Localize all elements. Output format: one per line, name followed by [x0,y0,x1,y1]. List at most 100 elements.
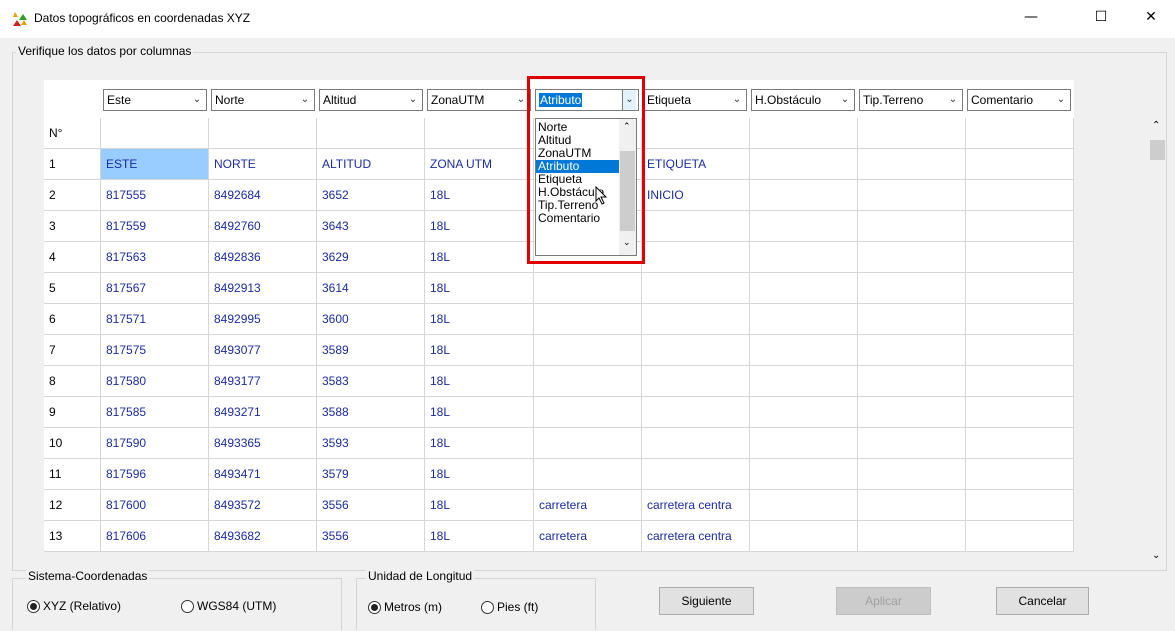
row-number-cell[interactable]: 11 [44,459,101,490]
grid-cell[interactable] [534,428,642,459]
grid-cell[interactable] [750,211,858,242]
grid-header-cell[interactable]: N° [44,118,101,149]
grid-cell[interactable]: carretera [534,490,642,521]
maximize-button[interactable]: ☐ [1078,0,1124,34]
minimize-button[interactable]: — [1008,0,1054,34]
grid-cell[interactable] [858,397,966,428]
grid-cell[interactable] [642,304,750,335]
grid-cell[interactable] [750,490,858,521]
grid-cell[interactable] [534,273,642,304]
grid-header-cell[interactable] [317,118,425,149]
grid-cell[interactable] [750,149,858,180]
chevron-down-icon[interactable]: ⌄ [1054,90,1068,110]
grid-cell[interactable] [750,335,858,366]
row-number-cell[interactable]: 8 [44,366,101,397]
grid-cell[interactable] [966,242,1074,273]
grid-cell[interactable] [642,366,750,397]
grid-cell[interactable]: 8492913 [209,273,317,304]
grid-cell[interactable] [966,304,1074,335]
grid-cell[interactable] [858,180,966,211]
grid-cell[interactable]: 3629 [317,242,425,273]
grid-cell[interactable]: 3556 [317,490,425,521]
grid-cell[interactable]: 817571 [101,304,209,335]
scrollbar-thumb[interactable] [1150,140,1165,160]
grid-cell[interactable] [858,273,966,304]
grid-cell[interactable]: 18L [425,428,534,459]
row-number-cell[interactable]: 5 [44,273,101,304]
chevron-down-icon[interactable]: ⌄ [838,90,852,110]
grid-cell[interactable] [858,521,966,552]
grid-cell[interactable] [966,149,1074,180]
chevron-down-icon[interactable]: ⌄ [730,90,744,110]
next-button[interactable]: Siguiente [659,587,754,615]
grid-cell[interactable]: 8493572 [209,490,317,521]
grid-cell[interactable] [750,428,858,459]
grid-cell[interactable]: 817585 [101,397,209,428]
grid-cell[interactable] [966,521,1074,552]
row-number-cell[interactable]: 4 [44,242,101,273]
radio-wgs84[interactable]: WGS84 (UTM) [181,599,276,613]
grid-cell[interactable]: 3589 [317,335,425,366]
chevron-down-icon[interactable]: ⌄ [406,90,420,110]
grid-cell[interactable] [534,459,642,490]
grid-cell[interactable] [642,211,750,242]
column-type-combo[interactable]: Etiqueta ⌄ [643,89,747,111]
grid-cell[interactable]: 18L [425,304,534,335]
row-number-cell[interactable]: 9 [44,397,101,428]
grid-cell[interactable] [966,459,1074,490]
row-number-cell[interactable]: 3 [44,211,101,242]
grid-header-cell[interactable] [425,118,534,149]
grid-cell[interactable] [858,304,966,335]
grid-cell[interactable]: 8492995 [209,304,317,335]
grid-cell[interactable]: 817555 [101,180,209,211]
grid-cell[interactable]: 3588 [317,397,425,428]
grid-cell[interactable]: 18L [425,366,534,397]
grid-cell[interactable]: 3600 [317,304,425,335]
grid-cell[interactable] [858,211,966,242]
grid-cell[interactable] [858,242,966,273]
column-type-combo[interactable]: Este ⌄ [103,89,207,111]
grid-cell[interactable] [750,366,858,397]
grid-cell[interactable] [642,428,750,459]
grid-cell[interactable]: 18L [425,521,534,552]
grid-cell[interactable]: 817590 [101,428,209,459]
grid-cell[interactable]: 3556 [317,521,425,552]
radio-xyz[interactable]: XYZ (Relativo) [27,599,121,613]
grid-cell[interactable] [966,428,1074,459]
grid-header-cell[interactable] [209,118,317,149]
grid-cell[interactable]: carretera [534,521,642,552]
grid-cell[interactable] [858,366,966,397]
row-number-cell[interactable]: 1 [44,149,101,180]
grid-cell[interactable] [750,273,858,304]
grid-cell[interactable]: ZONA UTM [425,149,534,180]
grid-cell[interactable]: 8493271 [209,397,317,428]
grid-cell[interactable] [534,335,642,366]
row-number-cell[interactable]: 7 [44,335,101,366]
grid-cell[interactable] [750,304,858,335]
grid-cell[interactable] [642,397,750,428]
column-type-combo[interactable]: ZonaUTM ⌄ [427,89,531,111]
grid-cell[interactable]: 8493177 [209,366,317,397]
grid-cell[interactable]: 18L [425,242,534,273]
grid-cell[interactable]: 3614 [317,273,425,304]
grid-cell[interactable]: 18L [425,273,534,304]
column-type-combo[interactable]: Comentario ⌄ [967,89,1071,111]
grid-cell[interactable] [858,490,966,521]
column-type-combo[interactable]: Tip.Terreno ⌄ [859,89,963,111]
grid-cell[interactable] [966,180,1074,211]
grid-cell[interactable]: 8492684 [209,180,317,211]
grid-cell[interactable]: 817559 [101,211,209,242]
grid-cell[interactable] [534,397,642,428]
row-number-cell[interactable]: 2 [44,180,101,211]
grid-cell[interactable] [750,459,858,490]
grid-cell[interactable]: ETIQUETA [642,149,750,180]
grid-cell[interactable]: 817606 [101,521,209,552]
grid-cell[interactable] [858,335,966,366]
grid-cell[interactable] [642,459,750,490]
grid-cell[interactable] [534,304,642,335]
grid-cell[interactable] [750,180,858,211]
grid-cell[interactable]: ESTE [101,149,209,180]
row-number-cell[interactable]: 10 [44,428,101,459]
grid-cell[interactable]: 3593 [317,428,425,459]
chevron-down-icon[interactable]: ⌄ [298,90,312,110]
